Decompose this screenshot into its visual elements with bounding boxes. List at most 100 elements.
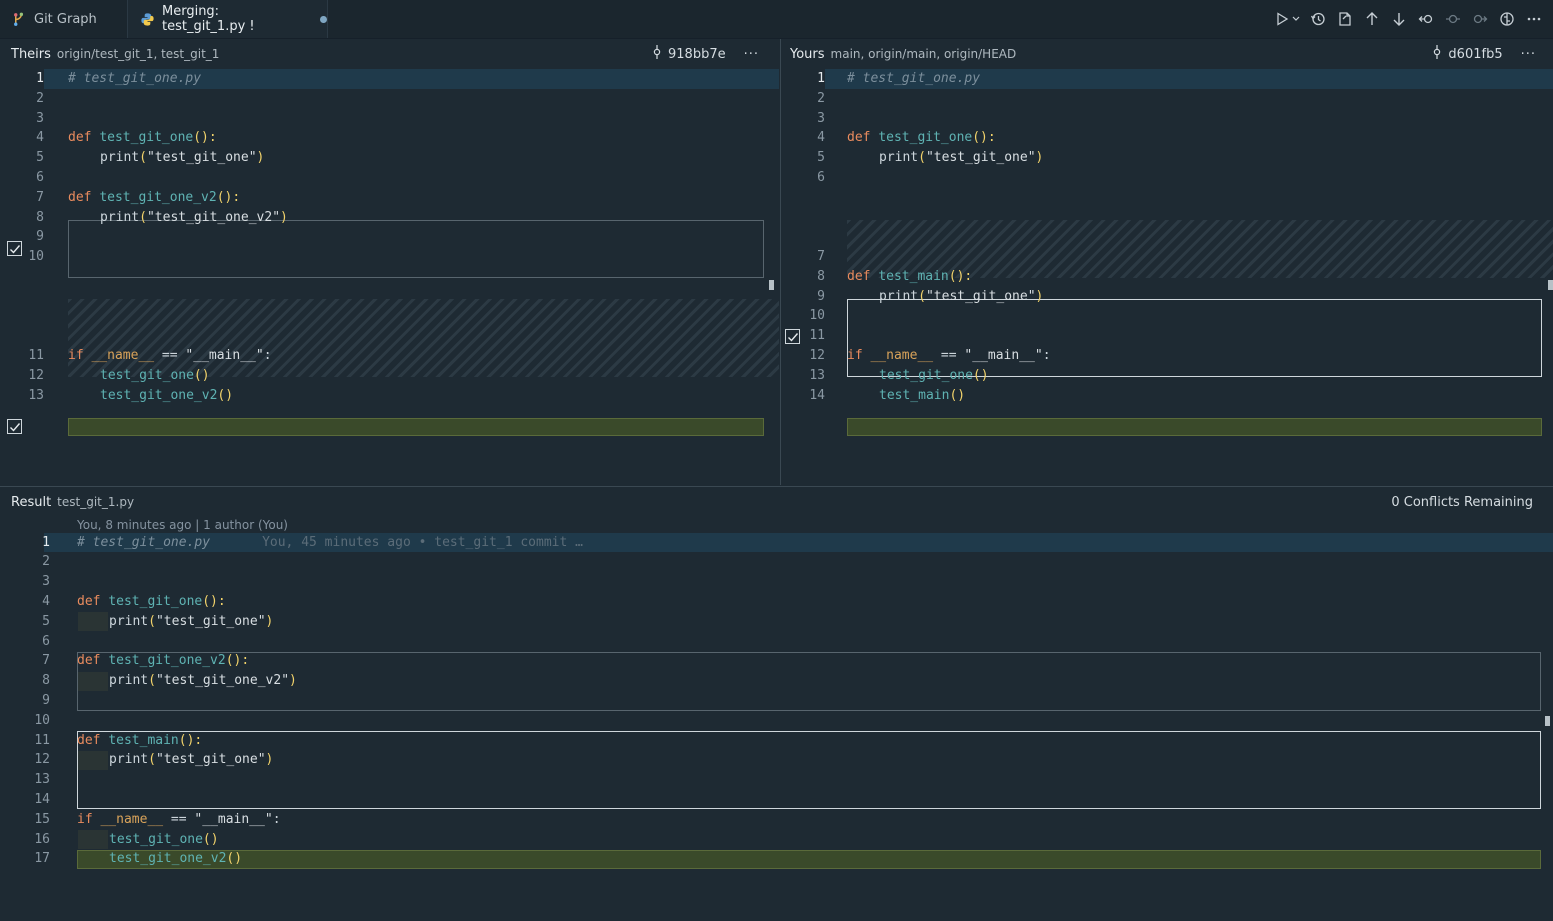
line-number: 1 — [817, 71, 825, 86]
yours-pane: Yours main, origin/main, origin/HEAD d60… — [780, 39, 1553, 485]
run-icon[interactable] — [1273, 10, 1291, 28]
indent-guide — [78, 612, 108, 631]
next-change-icon[interactable] — [1471, 10, 1489, 28]
line-number: 3 — [36, 111, 44, 126]
tab-git-graph[interactable]: Git Graph — [0, 0, 126, 38]
codelens-authors[interactable]: You, 8 minutes ago | 1 author (You) — [77, 518, 288, 532]
pane-description: test_git_1.py — [57, 495, 135, 509]
code-line: # test_git_one.py — [68, 71, 202, 86]
indent-guide — [78, 751, 108, 770]
line-number: 6 — [42, 634, 50, 649]
line-number: 14 — [809, 388, 825, 403]
changed-line — [77, 850, 1541, 869]
yours-header: Yours main, origin/main, origin/HEAD d60… — [781, 39, 1553, 69]
line-number: 9 — [42, 693, 50, 708]
code-line: def test_main(): — [847, 269, 973, 284]
previous-change-icon[interactable] — [1444, 10, 1462, 28]
code-line: print("test_git_one_v2") — [109, 673, 297, 688]
arrow-up-icon[interactable] — [1363, 10, 1381, 28]
code-line: test_git_one() — [879, 368, 989, 383]
more-icon[interactable]: ··· — [744, 47, 759, 62]
line-number: 10 — [809, 308, 825, 323]
conflict-block[interactable] — [847, 299, 1542, 377]
line-number: 7 — [36, 190, 44, 205]
line-number: 15 — [34, 812, 50, 827]
line-number: 12 — [28, 368, 44, 383]
pane-title: Yours — [790, 46, 825, 62]
indent-guide — [78, 830, 108, 849]
line-number: 9 — [817, 289, 825, 304]
conflicts-status: 0 Conflicts Remaining — [1391, 494, 1533, 510]
more-icon[interactable] — [1525, 10, 1543, 28]
chevron-down-icon[interactable] — [1292, 10, 1300, 28]
code-line: test_git_one() — [109, 832, 219, 847]
line-number: 9 — [36, 229, 44, 244]
revert-icon[interactable] — [1417, 10, 1435, 28]
line-number: 11 — [28, 348, 44, 363]
result-pane: Result test_git_1.py 0 Conflicts Remaini… — [0, 486, 1553, 921]
accept-checkbox[interactable] — [7, 419, 22, 434]
code-line: test_git_one_v2() — [109, 851, 243, 866]
code-line: # test_git_one.py — [847, 71, 981, 86]
code-line: def test_main(): — [77, 733, 203, 748]
tab-merging[interactable]: Merging: test_git_1.py ! — [127, 0, 328, 38]
line-number: 4 — [817, 130, 825, 145]
line-number: 16 — [34, 832, 50, 847]
line-number: 2 — [36, 91, 44, 106]
code-line: if __name__ == "__main__": — [847, 348, 1051, 363]
theirs-header: Theirs origin/test_git_1, test_git_1 918… — [0, 39, 779, 69]
code-line: def test_git_one(): — [847, 130, 996, 145]
tab-label: Git Graph — [34, 11, 97, 27]
line-number: 14 — [34, 792, 50, 807]
history-icon[interactable] — [1309, 10, 1327, 28]
code-line: test_main() — [879, 388, 966, 403]
yours-editor[interactable]: 1 2 3 4 5 6 7 8 9 10 11 12 13 14 # test_… — [781, 69, 1553, 485]
code-line: print("test_git_one") — [879, 289, 1044, 304]
theirs-editor[interactable]: 1 2 3 4 5 6 7 8 9 10 11 12 13 # test_git… — [0, 69, 779, 485]
line-number: 2 — [42, 554, 50, 569]
empty-region — [68, 299, 779, 377]
line-number: 11 — [34, 733, 50, 748]
compare-icon[interactable] — [1498, 10, 1516, 28]
code-line: if __name__ == "__main__": — [77, 812, 281, 827]
line-number: 12 — [34, 752, 50, 767]
code-line: if __name__ == "__main__": — [68, 348, 272, 363]
result-editor[interactable]: 1 2 3 4 5 6 7 8 9 10 11 12 13 14 15 16 1… — [0, 533, 1553, 921]
line-number: 13 — [809, 368, 825, 383]
scroll-marker — [769, 280, 774, 290]
commit-hash[interactable]: d601fb5 — [1448, 47, 1502, 62]
arrow-down-icon[interactable] — [1390, 10, 1408, 28]
code-line: print("test_git_one") — [100, 150, 265, 165]
code-line: print("test_git_one") — [879, 150, 1044, 165]
inline-blame: You, 45 minutes ago • test_git_1 commit … — [262, 535, 583, 550]
code-line: def test_git_one_v2(): — [68, 190, 241, 205]
python-file-icon — [140, 12, 155, 27]
line-number: 1 — [36, 71, 44, 86]
scroll-marker — [1548, 280, 1553, 290]
conflict-block[interactable] — [68, 220, 764, 278]
line-number: 17 — [34, 851, 50, 866]
line-number: 10 — [34, 713, 50, 728]
line-number: 1 — [42, 535, 50, 550]
code-line: # test_git_one.py You, 45 minutes ago • t… — [77, 535, 583, 550]
code-line: def test_git_one_v2(): — [77, 653, 250, 668]
tab-bar: Git Graph Merging: test_git_1.py ! — [0, 0, 1553, 39]
line-number: 12 — [809, 348, 825, 363]
line-number: 2 — [817, 91, 825, 106]
scroll-marker — [1545, 716, 1550, 726]
commit-hash[interactable]: 918bb7e — [668, 47, 726, 62]
code-line: print("test_git_one") — [109, 614, 274, 629]
commit-icon — [652, 45, 662, 63]
line-number: 5 — [42, 614, 50, 629]
line-number: 6 — [36, 170, 44, 185]
conflict-block[interactable] — [77, 731, 1541, 809]
pane-title: Result — [11, 494, 52, 510]
line-number: 10 — [28, 249, 44, 264]
more-icon[interactable]: ··· — [1521, 47, 1536, 62]
open-file-icon[interactable] — [1336, 10, 1354, 28]
line-number: 7 — [42, 653, 50, 668]
theirs-pane: Theirs origin/test_git_1, test_git_1 918… — [0, 39, 779, 485]
line-number: 4 — [42, 594, 50, 609]
line-number: 11 — [809, 328, 825, 343]
git-graph-icon — [12, 12, 27, 27]
